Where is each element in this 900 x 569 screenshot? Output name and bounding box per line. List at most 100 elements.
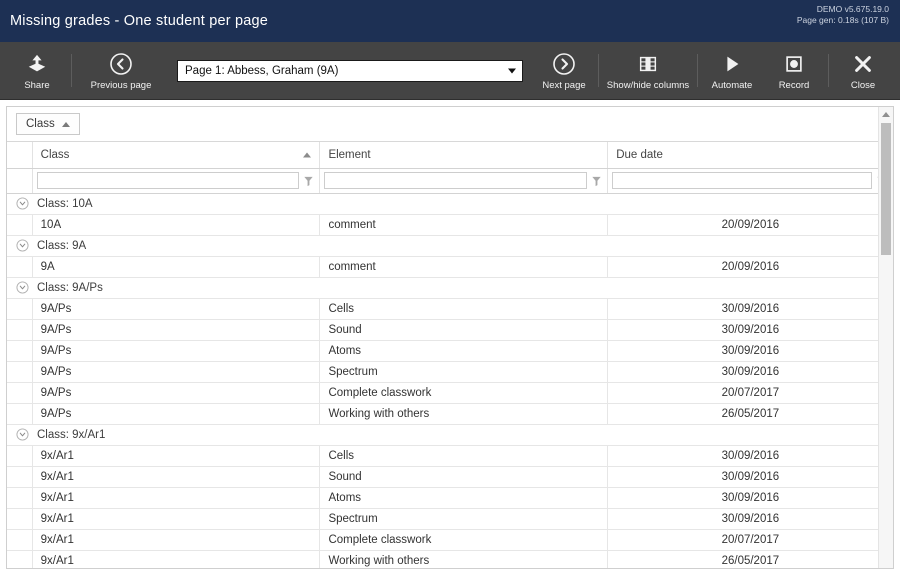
table-row[interactable]: 9A/Ps Atoms 30/09/2016 [7, 340, 893, 362]
scrollbar-thumb[interactable] [881, 123, 891, 255]
filter-icon[interactable] [302, 174, 315, 188]
cell-class: 9x/Ar1 [31, 508, 321, 530]
table-row[interactable]: 9A/Ps Working with others 26/05/2017 [7, 403, 893, 425]
previous-page-label: Previous page [90, 79, 152, 91]
share-label: Share [24, 79, 50, 91]
version-info: DEMO v5.675.19.0 Page gen: 0.18s (107 B) [797, 4, 889, 26]
group-header-row: Class: 9x/Ar1 [7, 424, 893, 446]
cell-class: 9A/Ps [31, 403, 321, 425]
cell-element: Cells [319, 298, 609, 320]
cell-element: Working with others [319, 550, 609, 568]
filter-input-class[interactable] [36, 172, 300, 189]
group-header-label: Class: 9x/Ar1 [37, 428, 106, 441]
share-icon [26, 51, 48, 77]
page-title: Missing grades - One student per page [10, 13, 269, 29]
group-collapse-toggle[interactable] [16, 281, 29, 294]
cell-due-date: 30/09/2016 [607, 487, 893, 509]
table-row[interactable]: 9x/Ar1 Complete classwork 20/07/2017 [7, 529, 893, 551]
table-row[interactable]: 9A comment 20/09/2016 [7, 256, 893, 278]
row-indent-cell [7, 256, 33, 278]
table-row[interactable]: 9A/Ps Spectrum 30/09/2016 [7, 361, 893, 383]
group-by-chip-label: Class [26, 118, 55, 130]
cell-element: Cells [319, 445, 609, 467]
row-indent-cell [7, 550, 33, 568]
group-header-label: Class: 10A [37, 197, 93, 210]
toolbar-separator [697, 54, 698, 87]
column-header-element[interactable]: Element [319, 142, 609, 169]
scroll-up-button[interactable] [879, 107, 893, 121]
grid-filter-row [7, 168, 893, 194]
row-indent-cell [7, 445, 33, 467]
row-indent-cell [7, 487, 33, 509]
automate-label: Automate [711, 79, 753, 91]
group-collapse-toggle[interactable] [16, 239, 29, 252]
cell-class: 9A/Ps [31, 319, 321, 341]
group-header-row: Class: 9A/Ps [7, 277, 893, 299]
row-indent-cell [7, 466, 33, 488]
row-indent-cell [7, 319, 33, 341]
table-row[interactable]: 10A comment 20/09/2016 [7, 214, 893, 236]
cell-due-date: 20/07/2017 [607, 529, 893, 551]
table-row[interactable]: 9x/Ar1 Atoms 30/09/2016 [7, 487, 893, 509]
cell-element: Complete classwork [319, 382, 609, 404]
table-row[interactable]: 9x/Ar1 Spectrum 30/09/2016 [7, 508, 893, 530]
table-row[interactable]: 9x/Ar1 Working with others 26/05/2017 [7, 550, 893, 568]
group-header-cell: Class: 9A [7, 235, 893, 257]
group-collapse-toggle[interactable] [16, 428, 29, 441]
cell-due-date: 20/09/2016 [607, 214, 893, 236]
toolbar-separator [828, 54, 829, 87]
record-label: Record [778, 79, 810, 91]
show-hide-columns-button[interactable]: Show/hide columns [602, 42, 694, 99]
sort-ascending-icon [303, 152, 312, 158]
table-row[interactable]: 9A/Ps Complete classwork 20/07/2017 [7, 382, 893, 404]
cell-element: Atoms [319, 487, 609, 509]
cell-class: 9x/Ar1 [31, 550, 321, 568]
column-header-due-date-label: Due date [616, 148, 663, 161]
table-row[interactable]: 9x/Ar1 Sound 30/09/2016 [7, 466, 893, 488]
row-indent-cell [7, 361, 33, 383]
column-header-class-label: Class [40, 148, 70, 161]
page-select[interactable]: Page 1: Abbess, Graham (9A) [177, 59, 523, 82]
table-row[interactable]: 9A/Ps Sound 30/09/2016 [7, 319, 893, 341]
column-header-due-date[interactable]: Due date [607, 142, 893, 169]
group-header-label: Class: 9A [37, 239, 87, 252]
toolbar-separator [598, 54, 599, 87]
filter-icon[interactable] [590, 174, 603, 188]
column-header-element-label: Element [328, 148, 371, 161]
row-indent-cell [7, 214, 33, 236]
vertical-scrollbar[interactable] [878, 107, 893, 568]
share-button[interactable]: Share [6, 42, 68, 99]
group-header-cell: Class: 10A [7, 193, 893, 215]
chevron-up-icon [882, 111, 890, 117]
cell-class: 9A/Ps [31, 382, 321, 404]
column-header-class[interactable]: Class [32, 142, 321, 169]
filter-input-due-date[interactable] [612, 172, 872, 189]
group-by-chip-class[interactable]: Class [16, 113, 80, 135]
group-collapse-toggle[interactable] [16, 197, 29, 210]
sort-ascending-icon [61, 121, 70, 127]
cell-class: 9A/Ps [31, 361, 321, 383]
chevron-down-icon [508, 68, 516, 73]
group-header-row: Class: 10A [7, 193, 893, 215]
cell-due-date: 26/05/2017 [607, 550, 893, 568]
record-button[interactable]: Record [763, 42, 825, 99]
cell-due-date: 30/09/2016 [607, 508, 893, 530]
cell-class: 9x/Ar1 [31, 529, 321, 551]
next-page-label: Next page [542, 79, 586, 91]
automate-button[interactable]: Automate [701, 42, 763, 99]
close-button[interactable]: Close [832, 42, 894, 99]
version-text: DEMO v5.675.19.0 [816, 4, 889, 14]
next-page-button[interactable]: Next page [533, 42, 595, 99]
filter-input-element[interactable] [324, 172, 588, 189]
previous-page-button[interactable]: Previous page [75, 42, 167, 99]
group-header-label: Class: 9A/Ps [37, 281, 103, 294]
table-row[interactable]: 9x/Ar1 Cells 30/09/2016 [7, 445, 893, 467]
cell-due-date: 30/09/2016 [607, 466, 893, 488]
row-indent-cell [7, 529, 33, 551]
group-header-cell: Class: 9x/Ar1 [7, 424, 893, 446]
table-row[interactable]: 9A/Ps Cells 30/09/2016 [7, 298, 893, 320]
cell-class: 9A/Ps [31, 340, 321, 362]
cell-class: 9x/Ar1 [31, 487, 321, 509]
filter-cell-due-date [607, 168, 893, 194]
arrow-right-circle-icon [552, 51, 576, 77]
